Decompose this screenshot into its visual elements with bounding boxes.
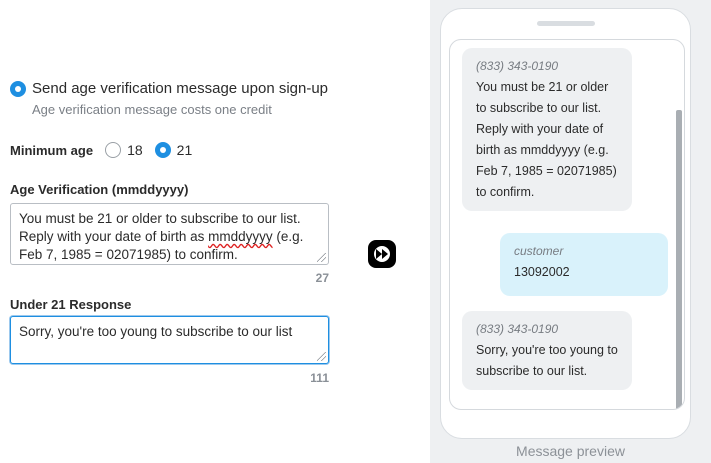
minimum-age-group: Minimum age 18 21: [10, 142, 204, 158]
message-preview-pane: (833) 343-0190 You must be 21 or older t…: [430, 0, 711, 463]
under21-counter: 111: [310, 371, 329, 385]
phone-speaker: [537, 21, 595, 26]
send-age-verification-option[interactable]: Send age verification message upon sign-…: [10, 80, 328, 97]
message-sender: (833) 343-0190: [476, 59, 559, 73]
min-age-21-label: 21: [176, 142, 193, 158]
message-bubble-customer: customer 13092002: [500, 233, 668, 296]
min-age-18-label: 18: [127, 142, 143, 158]
age-verification-counter: 27: [315, 271, 329, 285]
resize-handle[interactable]: [317, 253, 326, 262]
minimum-age-label: Minimum age: [10, 142, 94, 158]
phone-screen[interactable]: (833) 343-0190 You must be 21 or older t…: [449, 39, 685, 410]
message-sender: customer: [514, 244, 564, 258]
credit-note: Age verification message costs one credi…: [32, 102, 272, 117]
under21-label: Under 21 Response: [10, 297, 132, 312]
fast-forward-icon[interactable]: [368, 240, 396, 268]
age-verification-textarea[interactable]: You must be 21 or older to subscribe to …: [10, 203, 329, 265]
min-age-18-radio[interactable]: [105, 142, 122, 158]
message-preview-caption: Message preview: [516, 443, 625, 459]
settings-panel: Send age verification message upon sign-…: [0, 0, 345, 463]
min-age-option-18[interactable]: 18: [105, 142, 143, 158]
message-bubble-incoming: (833) 343-0190 You must be 21 or older t…: [462, 48, 632, 211]
age-verification-text-flagged: mmddyyyy: [208, 229, 273, 244]
message-text: Sorry, you're too young to subscribe to …: [476, 343, 618, 378]
send-age-verification-label: Send age verification message upon sign-…: [32, 80, 329, 97]
message-sender: (833) 343-0190: [476, 322, 559, 336]
preview-scrollbar[interactable]: [676, 110, 682, 409]
message-text: 13092002: [514, 265, 570, 279]
phone-frame: (833) 343-0190 You must be 21 or older t…: [440, 8, 691, 439]
send-age-verification-radio[interactable]: [10, 80, 26, 97]
message-text: You must be 21 or older to subscribe to …: [476, 80, 617, 199]
message-bubble-incoming: (833) 343-0190 Sorry, you're too young t…: [462, 311, 632, 390]
resize-handle[interactable]: [317, 352, 326, 361]
under21-textarea[interactable]: Sorry, you're too young to subscribe to …: [10, 316, 329, 364]
under21-text: Sorry, you're too young to subscribe to …: [19, 324, 293, 339]
age-verification-label: Age Verification (mmddyyyy): [10, 182, 189, 197]
min-age-option-21[interactable]: 21: [154, 142, 193, 158]
min-age-21-radio[interactable]: [154, 142, 171, 158]
